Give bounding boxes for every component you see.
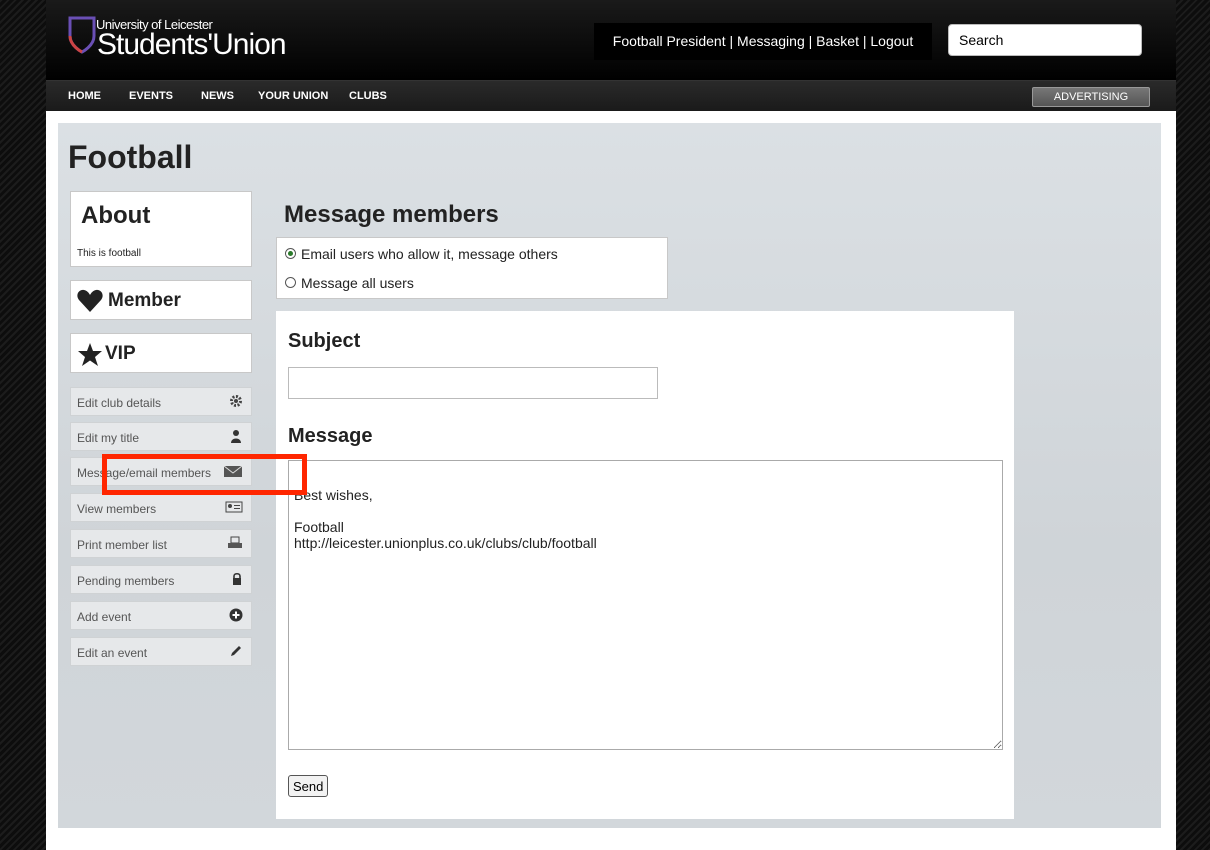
sidebar-item-view-members[interactable]: View members — [70, 493, 252, 522]
user-link-logout[interactable]: Logout — [870, 33, 913, 49]
plus-circle-icon — [229, 608, 243, 622]
radio-label: Email users who allow it, message others — [301, 246, 558, 262]
sidebar-item-print-member-list[interactable]: Print member list — [70, 529, 252, 558]
sidebar-item-pending-members[interactable]: Pending members — [70, 565, 252, 594]
sidebar-item-label: View members — [77, 502, 157, 516]
sidebar-item-label: Edit club details — [77, 396, 162, 410]
sidebar-item-label: Edit my title — [77, 431, 140, 445]
sidebar-item-label: Print member list — [77, 538, 168, 552]
shield-icon — [68, 16, 96, 54]
user-links: Football President | Messaging | Basket … — [594, 23, 932, 60]
students-union-logo[interactable]: University of Leicester Students'Union — [68, 14, 308, 64]
sidebar-item-edit-my-title[interactable]: Edit my title — [70, 422, 252, 451]
heart-icon — [77, 289, 103, 312]
id-card-icon — [225, 501, 243, 513]
user-link-messaging[interactable]: Messaging — [737, 33, 805, 49]
sidebar-item-add-event[interactable]: Add event — [70, 601, 252, 630]
nav-news[interactable]: NEWS — [201, 81, 234, 111]
printer-icon — [228, 536, 242, 548]
about-heading: About — [81, 202, 151, 229]
page: University of Leicester Students'Union F… — [46, 0, 1176, 850]
about-box: About This is football — [70, 191, 252, 267]
sidebar-item-label: Add event — [77, 610, 132, 624]
nav-events[interactable]: EVENTS — [129, 81, 173, 111]
main-nav: HOME EVENTS NEWS YOUR UNION CLUBS ADVERT… — [46, 80, 1176, 111]
sidebar-item-label: Pending members — [77, 574, 175, 588]
user-link-basket[interactable]: Basket — [816, 33, 859, 49]
lock-icon — [233, 572, 241, 585]
radio-button[interactable] — [285, 277, 296, 288]
logo-students-union-text: Students'Union — [97, 28, 287, 61]
page-title: Football — [68, 139, 193, 175]
message-label: Message — [288, 425, 373, 447]
message-members-heading: Message members — [284, 201, 499, 228]
nav-your-union[interactable]: YOUR UNION — [258, 81, 328, 111]
sidebar-item-edit-an-event[interactable]: Edit an event — [70, 637, 252, 666]
advertising-button[interactable]: ADVERTISING — [1032, 87, 1150, 107]
radio-label: Message all users — [301, 275, 414, 291]
member-badge[interactable]: Member — [70, 280, 252, 320]
nav-clubs[interactable]: CLUBS — [349, 81, 387, 111]
subject-label: Subject — [288, 330, 361, 352]
message-form: Subject Message Best wishes, Football ht… — [276, 311, 1014, 819]
user-link-profile[interactable]: Football President — [613, 33, 726, 49]
send-button[interactable]: Send — [288, 775, 329, 797]
vip-badge[interactable]: VIP — [70, 333, 252, 373]
about-text: This is football — [77, 248, 141, 259]
star-icon — [78, 343, 102, 366]
person-icon — [231, 430, 241, 443]
subject-input[interactable] — [288, 367, 658, 399]
sidebar-item-label: Edit an event — [77, 646, 148, 660]
vip-label: VIP — [105, 343, 136, 364]
highlight-box — [102, 454, 307, 495]
sidebar-item-edit-club-details[interactable]: Edit club details — [70, 387, 252, 416]
search-input[interactable] — [948, 24, 1142, 56]
recipient-options: Email users who allow it, message others… — [276, 237, 668, 299]
radio-button-selected[interactable] — [285, 248, 296, 259]
member-label: Member — [108, 290, 181, 311]
message-textarea[interactable]: Best wishes, Football http://leicester.u… — [288, 460, 1003, 750]
pencil-icon — [231, 646, 241, 656]
nav-home[interactable]: HOME — [68, 81, 101, 111]
site-header: University of Leicester Students'Union F… — [46, 0, 1176, 80]
gear-icon — [230, 395, 242, 407]
